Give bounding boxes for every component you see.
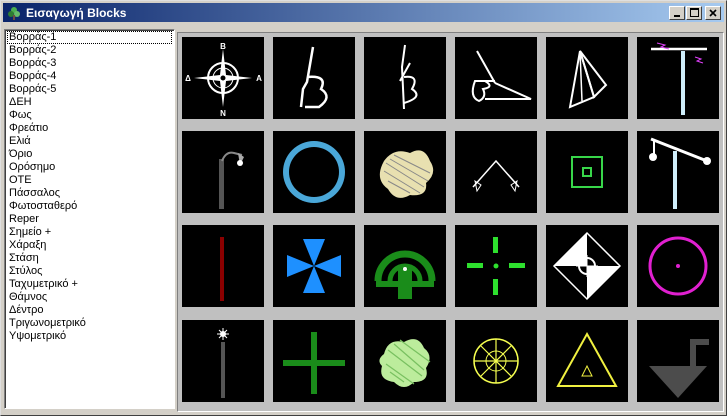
block-elevation-point[interactable]	[637, 320, 719, 402]
block-alignment-point[interactable]	[546, 225, 628, 307]
telephone-pole-icon	[649, 137, 711, 209]
list-item[interactable]: Στάση	[7, 252, 172, 265]
block-north-arrow-kite[interactable]	[546, 37, 628, 119]
svg-text:N: N	[220, 109, 226, 118]
list-item[interactable]: Φωτοσταθερό	[7, 200, 172, 213]
app-icon	[6, 5, 22, 21]
trigonometric-point-icon	[556, 331, 618, 387]
list-item[interactable]: Φρεάτιο	[7, 122, 172, 135]
list-item[interactable]: Υψομετρικό	[7, 330, 172, 343]
list-item[interactable]: Ορόσημο	[7, 161, 172, 174]
block-preview-grid: B N Δ A	[177, 32, 724, 412]
north-arrow-kite-icon	[568, 50, 608, 109]
power-pole-icon	[651, 42, 707, 115]
list-item[interactable]: ΔΕΗ	[7, 96, 172, 109]
block-shrub[interactable]	[364, 320, 446, 402]
block-photo-control-point[interactable]	[273, 225, 355, 307]
olive-tree-icon	[379, 150, 434, 198]
tree-icon	[473, 338, 519, 384]
window-title: Εισαγωγή Blocks	[26, 5, 127, 20]
block-reference-point[interactable]	[364, 225, 446, 307]
minimize-button[interactable]	[669, 5, 685, 20]
bus-stop-icon	[648, 236, 708, 296]
insert-blocks-window: Εισαγωγή Blocks Βορράς-1 Βορράς-2 Βορράς-3…	[0, 0, 727, 416]
block-tacheometric-cross[interactable]	[273, 320, 355, 402]
list-item[interactable]: Ελιά	[7, 135, 172, 148]
street-light-icon	[219, 151, 244, 209]
block-street-light[interactable]	[182, 131, 264, 213]
shrub-icon	[379, 339, 431, 387]
block-north-compass[interactable]: B N Δ A	[182, 37, 264, 119]
list-item[interactable]: Σημείο +	[7, 226, 172, 239]
block-power-pole[interactable]	[637, 37, 719, 119]
list-item[interactable]: Χάραξη	[7, 239, 172, 252]
block-north-arrow-b-2[interactable]	[364, 37, 446, 119]
list-item[interactable]: Reper	[7, 213, 172, 226]
reference-point-icon	[374, 250, 436, 299]
list-item[interactable]: Βορράς-2	[7, 44, 172, 57]
list-item[interactable]: ΟΤΕ	[7, 174, 172, 187]
list-item[interactable]: Βορράς-3	[7, 57, 172, 70]
list-item[interactable]: Θάμνος	[7, 291, 172, 304]
boundary-point-icon	[472, 159, 520, 193]
svg-text:B: B	[220, 42, 226, 51]
north-arrow-b-script-icon	[471, 50, 532, 103]
list-item[interactable]: Όριο	[7, 148, 172, 161]
photo-control-point-icon	[287, 239, 341, 293]
north-arrow-b-1-icon	[299, 46, 328, 109]
list-item[interactable]: Στύλος	[7, 265, 172, 278]
stake-icon	[220, 237, 224, 301]
block-landmark[interactable]	[546, 131, 628, 213]
list-item[interactable]: Ταχυμετρικό +	[7, 278, 172, 291]
north-arrow-b-2-icon	[399, 44, 418, 110]
svg-text:Δ: Δ	[185, 74, 191, 83]
list-item[interactable]: Φως	[7, 109, 172, 122]
list-item[interactable]: Βορράς-5	[7, 83, 172, 96]
block-tree[interactable]	[455, 320, 537, 402]
manhole-icon	[283, 141, 345, 203]
alignment-point-icon	[552, 231, 622, 301]
close-button[interactable]	[705, 5, 721, 20]
block-manhole[interactable]	[273, 131, 355, 213]
close-icon	[709, 8, 717, 17]
point-cross-icon	[467, 237, 525, 295]
block-boundary-point[interactable]	[455, 131, 537, 213]
list-item[interactable]: Βορράς-4	[7, 70, 172, 83]
block-olive-tree[interactable]	[364, 131, 446, 213]
list-item[interactable]: Πάσσαλος	[7, 187, 172, 200]
maximize-icon	[689, 8, 699, 17]
list-item[interactable]: Βορράς-1	[7, 31, 172, 44]
elevation-point-icon	[649, 339, 709, 398]
svg-text:A: A	[256, 74, 262, 83]
block-north-arrow-b-1[interactable]	[273, 37, 355, 119]
tacheometric-cross-icon	[283, 332, 345, 394]
block-bus-stop[interactable]	[637, 225, 719, 307]
list-item[interactable]: Τριγωνομετρικό	[7, 317, 172, 330]
column-icon	[217, 328, 229, 398]
block-north-arrow-b-script[interactable]	[455, 37, 537, 119]
block-list[interactable]: Βορράς-1 Βορράς-2 Βορράς-3 Βορράς-4 Βορράς-5…	[4, 29, 175, 409]
block-point-cross[interactable]	[455, 225, 537, 307]
block-telephone-pole[interactable]	[637, 131, 719, 213]
block-trigonometric-point[interactable]	[546, 320, 628, 402]
minimize-icon	[674, 14, 680, 17]
maximize-button[interactable]	[686, 5, 702, 20]
list-item[interactable]: Δέντρο	[7, 304, 172, 317]
north-compass-icon: B N Δ A	[185, 42, 262, 118]
block-column[interactable]	[182, 320, 264, 402]
landmark-icon	[571, 156, 603, 188]
block-stake[interactable]	[182, 225, 264, 307]
title-bar[interactable]: Εισαγωγή Blocks	[3, 3, 724, 22]
